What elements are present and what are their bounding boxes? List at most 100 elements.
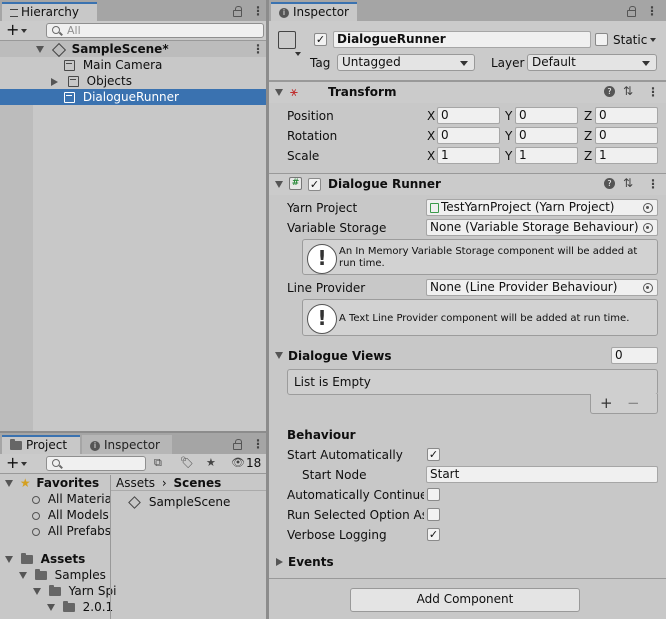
chevron-down-icon[interactable] — [295, 52, 301, 56]
expand-arrow-icon[interactable] — [51, 77, 58, 86]
help-icon[interactable]: ? — [604, 178, 615, 189]
rotation-z-field[interactable]: 0 — [595, 127, 658, 144]
lock-icon[interactable] — [233, 6, 242, 17]
hidden-packages-icon[interactable]: 👁 — [231, 457, 245, 469]
favorites-row[interactable]: ★ Favorites — [0, 475, 110, 491]
project-tree-item[interactable]: Samples — [0, 567, 110, 583]
assets-row[interactable]: Assets — [0, 551, 110, 567]
chevron-down-icon[interactable] — [650, 38, 656, 42]
start-automatically-checkbox[interactable]: ✓ — [427, 448, 440, 461]
axis-x-label[interactable]: X — [427, 128, 435, 144]
presets-icon[interactable]: ⇅ — [623, 84, 633, 98]
more-options-icon[interactable]: ⋮ — [252, 438, 264, 451]
axis-x-label[interactable]: X — [427, 108, 435, 124]
filter-by-label-icon[interactable]: 🏷 — [180, 457, 194, 469]
add-component-button[interactable]: Add Component — [350, 588, 580, 612]
axis-y-label[interactable]: Y — [505, 128, 512, 144]
active-checkbox[interactable]: ✓ — [314, 33, 327, 46]
scale-z-field[interactable]: 1 — [595, 147, 658, 164]
run-selected-option-checkbox[interactable] — [427, 508, 440, 521]
events-label[interactable]: Events — [288, 554, 334, 570]
presets-icon[interactable]: ⇅ — [623, 176, 633, 190]
component-enabled-checkbox[interactable]: ✓ — [308, 178, 321, 191]
chevron-down-icon[interactable] — [21, 462, 27, 466]
static-checkbox[interactable] — [595, 33, 608, 46]
favorite-star-icon[interactable]: ★ — [206, 457, 216, 469]
dialogue-runner-header[interactable]: # ✓ Dialogue Runner ? ⇅ ⋮ — [269, 173, 666, 195]
hierarchy-item-objects[interactable]: Objects — [0, 73, 266, 89]
line-provider-field[interactable]: None (Line Provider Behaviour) — [426, 279, 658, 296]
expand-arrow-icon[interactable] — [275, 352, 283, 359]
position-y-field[interactable]: 0 — [515, 107, 578, 124]
project-file-item[interactable]: SampleScene — [111, 494, 266, 510]
object-picker-icon[interactable] — [643, 223, 653, 233]
expand-arrow-icon[interactable] — [47, 604, 55, 611]
more-options-icon[interactable]: ⋮ — [252, 5, 264, 18]
help-icon[interactable]: ? — [604, 86, 615, 97]
object-picker-icon[interactable] — [643, 283, 653, 293]
favorites-item[interactable]: All Prefabs — [0, 523, 111, 539]
scene-options-icon[interactable]: ⋮ — [252, 43, 264, 56]
vertical-splitter[interactable] — [266, 0, 269, 619]
breadcrumb-item[interactable]: Assets — [116, 476, 155, 490]
remove-element-button[interactable]: − — [627, 394, 640, 412]
project-tree-item[interactable]: Yarn Spi — [0, 583, 116, 599]
lock-icon[interactable] — [233, 439, 242, 450]
tab-hierarchy[interactable]: Hierarchy — [2, 2, 97, 21]
expand-arrow-icon[interactable] — [275, 181, 283, 188]
add-icon[interactable]: + — [6, 21, 19, 39]
axis-z-label[interactable]: Z — [584, 128, 592, 144]
object-picker-icon[interactable] — [643, 203, 653, 213]
expand-arrow-icon[interactable] — [276, 558, 283, 566]
horizontal-splitter[interactable] — [0, 431, 266, 433]
position-z-field[interactable]: 0 — [595, 107, 658, 124]
favorites-item[interactable]: All Materia — [0, 491, 112, 507]
rotation-y-field[interactable]: 0 — [515, 127, 578, 144]
expand-arrow-icon[interactable] — [36, 46, 44, 53]
filter-by-type-icon[interactable]: ⧉ — [154, 457, 162, 469]
component-options-icon[interactable]: ⋮ — [647, 86, 659, 99]
yarn-project-field[interactable]: TestYarnProject (Yarn Project) — [426, 199, 658, 216]
expand-arrow-icon[interactable] — [33, 588, 41, 595]
transform-header[interactable]: ⚹ Transform ? ⇅ ⋮ — [269, 81, 666, 103]
axis-x-label[interactable]: X — [427, 148, 435, 164]
expand-arrow-icon[interactable] — [5, 480, 13, 487]
tab-project[interactable]: Project — [2, 435, 80, 454]
chevron-down-icon[interactable] — [21, 29, 27, 33]
hierarchy-item-dialoguerunner[interactable]: DialogueRunner — [0, 89, 266, 105]
layer-dropdown[interactable]: Default — [527, 54, 657, 71]
expand-arrow-icon[interactable] — [19, 572, 27, 579]
rotation-x-field[interactable]: 0 — [437, 127, 500, 144]
axis-z-label[interactable]: Z — [584, 108, 592, 124]
favorites-item[interactable]: All Models — [0, 507, 110, 523]
project-tree-item[interactable]: 2.0.1 — [0, 599, 113, 615]
verbose-logging-checkbox[interactable]: ✓ — [427, 528, 440, 541]
hierarchy-item-main-camera[interactable]: Main Camera — [0, 57, 266, 73]
start-node-field[interactable]: Start — [426, 466, 658, 483]
dialogue-views-count-field[interactable]: 0 — [611, 347, 658, 364]
axis-y-label[interactable]: Y — [505, 148, 512, 164]
tab-inspector[interactable]: i Inspector — [271, 2, 357, 21]
hierarchy-search-input[interactable]: All — [46, 23, 264, 38]
lock-icon[interactable] — [627, 6, 636, 17]
breadcrumb-item[interactable]: Scenes — [174, 476, 222, 490]
add-element-button[interactable]: + — [600, 394, 613, 412]
axis-y-label[interactable]: Y — [505, 108, 512, 124]
component-options-icon[interactable]: ⋮ — [647, 178, 659, 191]
more-options-icon[interactable]: ⋮ — [646, 5, 658, 18]
tag-dropdown[interactable]: Untagged — [337, 54, 475, 71]
scene-row[interactable]: SampleScene* ⋮ — [0, 41, 266, 57]
auto-continue-checkbox[interactable] — [427, 488, 440, 501]
position-x-field[interactable]: 0 — [437, 107, 500, 124]
object-name-field[interactable]: DialogueRunner — [333, 31, 591, 48]
add-icon[interactable]: + — [6, 454, 19, 472]
scale-y-field[interactable]: 1 — [515, 147, 578, 164]
expand-arrow-icon[interactable] — [5, 556, 13, 563]
axis-z-label[interactable]: Z — [584, 148, 592, 164]
gameobject-large-icon[interactable] — [278, 31, 296, 49]
expand-arrow-icon[interactable] — [275, 89, 283, 96]
variable-storage-field[interactable]: None (Variable Storage Behaviour) — [426, 219, 658, 236]
tab-inspector-secondary[interactable]: i Inspector — [82, 435, 172, 454]
project-search-input[interactable] — [46, 456, 146, 471]
scale-x-field[interactable]: 1 — [437, 147, 500, 164]
